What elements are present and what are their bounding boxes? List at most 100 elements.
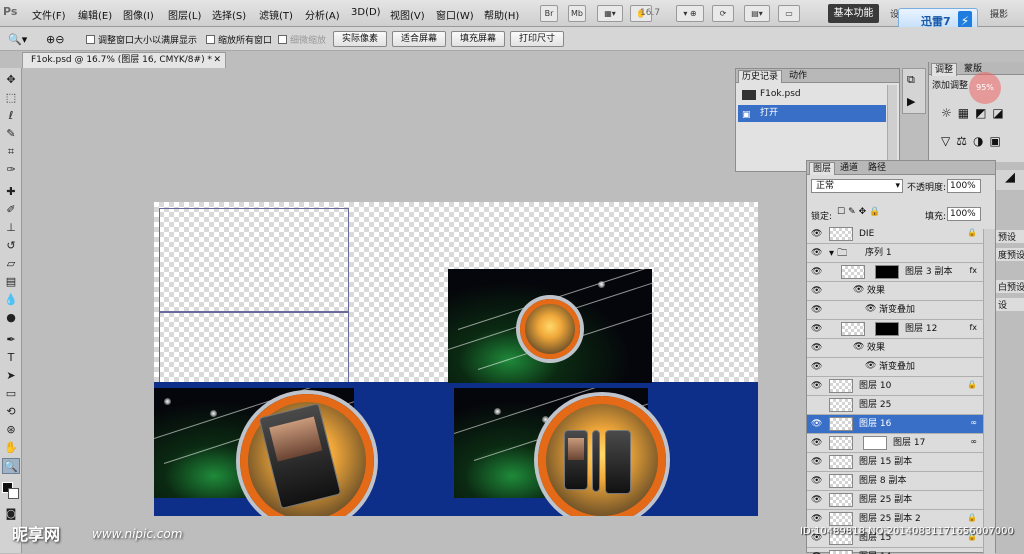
menu-layer[interactable]: 图层(L) bbox=[168, 7, 201, 22]
menu-help[interactable]: 帮助(H) bbox=[484, 7, 519, 22]
actions-dock-icon[interactable]: ▶ bbox=[907, 95, 915, 108]
layer-row[interactable]: 图层 25 bbox=[807, 396, 983, 415]
menu-file[interactable]: 文件(F) bbox=[32, 7, 66, 22]
rotate-view-icon[interactable]: ⟳ bbox=[712, 5, 734, 22]
adjust-icons-row2[interactable]: ▽⚖◑▣ bbox=[941, 134, 1007, 148]
fx-icon[interactable]: fx bbox=[969, 266, 977, 275]
adjust-icons-row1[interactable]: ☼▦◩◪ bbox=[941, 106, 1010, 120]
effect-eye-icon[interactable]: 👁 bbox=[853, 285, 864, 295]
effect-eye-icon[interactable]: 👁 bbox=[853, 342, 864, 352]
layer-row[interactable]: 👁 图层 12 fx bbox=[807, 320, 983, 339]
quick-select-tool-icon[interactable]: ✎ bbox=[2, 126, 20, 142]
visibility-eye-icon[interactable]: 👁 bbox=[811, 286, 822, 297]
layer-row[interactable]: 👁 图层 25 副本 bbox=[807, 491, 983, 510]
minibridge-icon[interactable]: Mb bbox=[568, 5, 586, 22]
layer-row[interactable]: 👁 图层 15 副本 bbox=[807, 453, 983, 472]
scrubby-zoom-checkbox[interactable]: 细微缩放 bbox=[278, 33, 326, 46]
history-step-open[interactable]: ▣ 打开 bbox=[738, 105, 886, 122]
path-select-tool-icon[interactable]: ➤ bbox=[2, 368, 20, 384]
menu-edit[interactable]: 编辑(E) bbox=[78, 7, 112, 22]
visibility-eye-icon[interactable]: 👁 bbox=[811, 267, 822, 278]
zoom-all-checkbox[interactable]: 缩放所有窗口 bbox=[206, 33, 272, 46]
blur-tool-icon[interactable]: 💧 bbox=[2, 292, 20, 308]
layer-row[interactable]: 👁 ▾ 🗀 序列 1 bbox=[807, 244, 983, 263]
close-tab-icon[interactable]: ✕ bbox=[213, 53, 221, 68]
fx-icon[interactable]: fx bbox=[969, 323, 977, 332]
visibility-eye-icon[interactable]: 👁 bbox=[811, 248, 822, 259]
tab-adjustments[interactable]: 调整 bbox=[931, 63, 958, 76]
visibility-eye-icon[interactable]: 👁 bbox=[811, 343, 822, 354]
layer-row[interactable]: 👁 👁 效果 bbox=[807, 339, 983, 358]
visibility-eye-icon[interactable]: 👁 bbox=[811, 514, 822, 525]
layer-row[interactable]: 👁 图层 3 副本 fx bbox=[807, 263, 983, 282]
effect-eye-icon[interactable]: 👁 bbox=[865, 361, 876, 371]
shape-tool-icon[interactable]: ▭ bbox=[2, 386, 20, 402]
history-dock-icon[interactable]: ⧉ bbox=[907, 73, 915, 87]
lock-icon[interactable]: 🔒 bbox=[967, 228, 977, 237]
lasso-tool-icon[interactable]: ℓ bbox=[2, 108, 20, 124]
document-tab[interactable]: F1ok.psd @ 16.7% (图层 16, CMYK/8#) * ✕ bbox=[22, 52, 226, 68]
move-tool-icon[interactable]: ✥ bbox=[2, 72, 20, 88]
extras-icon[interactable]: ▦▾ bbox=[597, 5, 623, 22]
dodge-tool-icon[interactable]: ● bbox=[2, 310, 20, 326]
visibility-eye-icon[interactable]: 👁 bbox=[811, 495, 822, 506]
visibility-eye-icon[interactable]: 👁 bbox=[811, 229, 822, 240]
pen-tool-icon[interactable]: ✒ bbox=[2, 332, 20, 348]
fill-input[interactable]: 100% bbox=[947, 207, 981, 221]
fit-screen-button[interactable]: 适合屏幕 bbox=[392, 31, 446, 47]
type-tool-icon[interactable]: T bbox=[2, 350, 20, 366]
layer-row[interactable]: 👁 图层 10 🔒 bbox=[807, 377, 983, 396]
history-scrollbar[interactable] bbox=[887, 85, 897, 169]
menu-analysis[interactable]: 分析(A) bbox=[305, 7, 340, 22]
history-snapshot[interactable]: F1ok.psd bbox=[738, 86, 886, 103]
menu-image[interactable]: 图像(I) bbox=[123, 7, 154, 22]
visibility-eye-icon[interactable]: 👁 bbox=[811, 305, 822, 316]
print-size-button[interactable]: 打印尺寸 bbox=[510, 31, 564, 47]
stamp-tool-icon[interactable]: ⊥ bbox=[2, 220, 20, 236]
brush-tool-icon[interactable]: ✐ bbox=[2, 202, 20, 218]
menu-view[interactable]: 视图(V) bbox=[390, 7, 425, 22]
workspace-essentials-button[interactable]: 基本功能 bbox=[828, 4, 879, 23]
menu-window[interactable]: 窗口(W) bbox=[436, 7, 474, 22]
visibility-eye-icon[interactable]: 👁 bbox=[811, 438, 822, 449]
actual-pixels-button[interactable]: 实际像素 bbox=[333, 31, 387, 47]
quick-mask-icon[interactable]: ◙ bbox=[2, 506, 20, 522]
bridge-icon[interactable]: Br bbox=[540, 5, 558, 22]
zoom-in-out-icons[interactable]: ⊕⊖ bbox=[46, 33, 64, 46]
gradient-tool-icon[interactable]: ▤ bbox=[2, 274, 20, 290]
layer-row[interactable]: 👁 图层 17 ∞ bbox=[807, 434, 983, 453]
marquee-tool-icon[interactable]: ⬚ bbox=[2, 90, 20, 106]
visibility-eye-icon[interactable]: 👁 bbox=[811, 419, 822, 430]
3d-orbit-tool-icon[interactable]: ⊛ bbox=[2, 422, 20, 438]
opacity-input[interactable]: 100% bbox=[947, 179, 981, 193]
crop-tool-icon[interactable]: ⌗ bbox=[2, 144, 20, 160]
eyedropper-tool-icon[interactable]: ✑ bbox=[2, 162, 20, 178]
tab-layers[interactable]: 图层 bbox=[809, 162, 836, 175]
visibility-eye-icon[interactable]: 👁 bbox=[811, 476, 822, 487]
eraser-tool-icon[interactable]: ▱ bbox=[2, 256, 20, 272]
folder-icon[interactable]: ▾ 🗀 bbox=[829, 246, 847, 263]
layer-row[interactable]: 👁图层 14 bbox=[807, 548, 983, 554]
background-color-swatch[interactable] bbox=[8, 488, 19, 499]
visibility-eye-icon[interactable]: 👁 bbox=[811, 381, 822, 392]
3d-rotate-tool-icon[interactable]: ⟲ bbox=[2, 404, 20, 420]
visibility-eye-icon[interactable]: 👁 bbox=[811, 324, 822, 335]
link-icon[interactable]: ∞ bbox=[970, 437, 977, 446]
layers-scrollbar[interactable] bbox=[983, 229, 995, 554]
menu-filter[interactable]: 滤镜(T) bbox=[259, 7, 293, 22]
document-canvas[interactable] bbox=[154, 202, 758, 516]
pen-slash-icon[interactable]: ◢ bbox=[996, 170, 1024, 190]
layer-row[interactable]: 👁 图层 8 副本 bbox=[807, 472, 983, 491]
hand-tool-icon[interactable]: ✋ bbox=[2, 440, 20, 456]
fill-screen-button[interactable]: 填充屏幕 bbox=[451, 31, 505, 47]
tab-paths[interactable]: 路径 bbox=[865, 162, 889, 175]
menu-3d[interactable]: 3D(D) bbox=[351, 7, 381, 18]
arrange-docs-icon[interactable]: ▤▾ bbox=[744, 5, 770, 22]
healing-tool-icon[interactable]: ✚ bbox=[2, 184, 20, 200]
resize-windows-checkbox[interactable]: 调整窗口大小以满屏显示 bbox=[86, 33, 197, 46]
zoom-level[interactable]: 16.7 bbox=[640, 8, 660, 18]
visibility-eye-icon[interactable] bbox=[811, 400, 822, 411]
lock-icon[interactable]: 🔒 bbox=[967, 513, 977, 522]
layer-row[interactable]: 👁 👁 效果 bbox=[807, 282, 983, 301]
tab-channels[interactable]: 通道 bbox=[837, 162, 861, 175]
